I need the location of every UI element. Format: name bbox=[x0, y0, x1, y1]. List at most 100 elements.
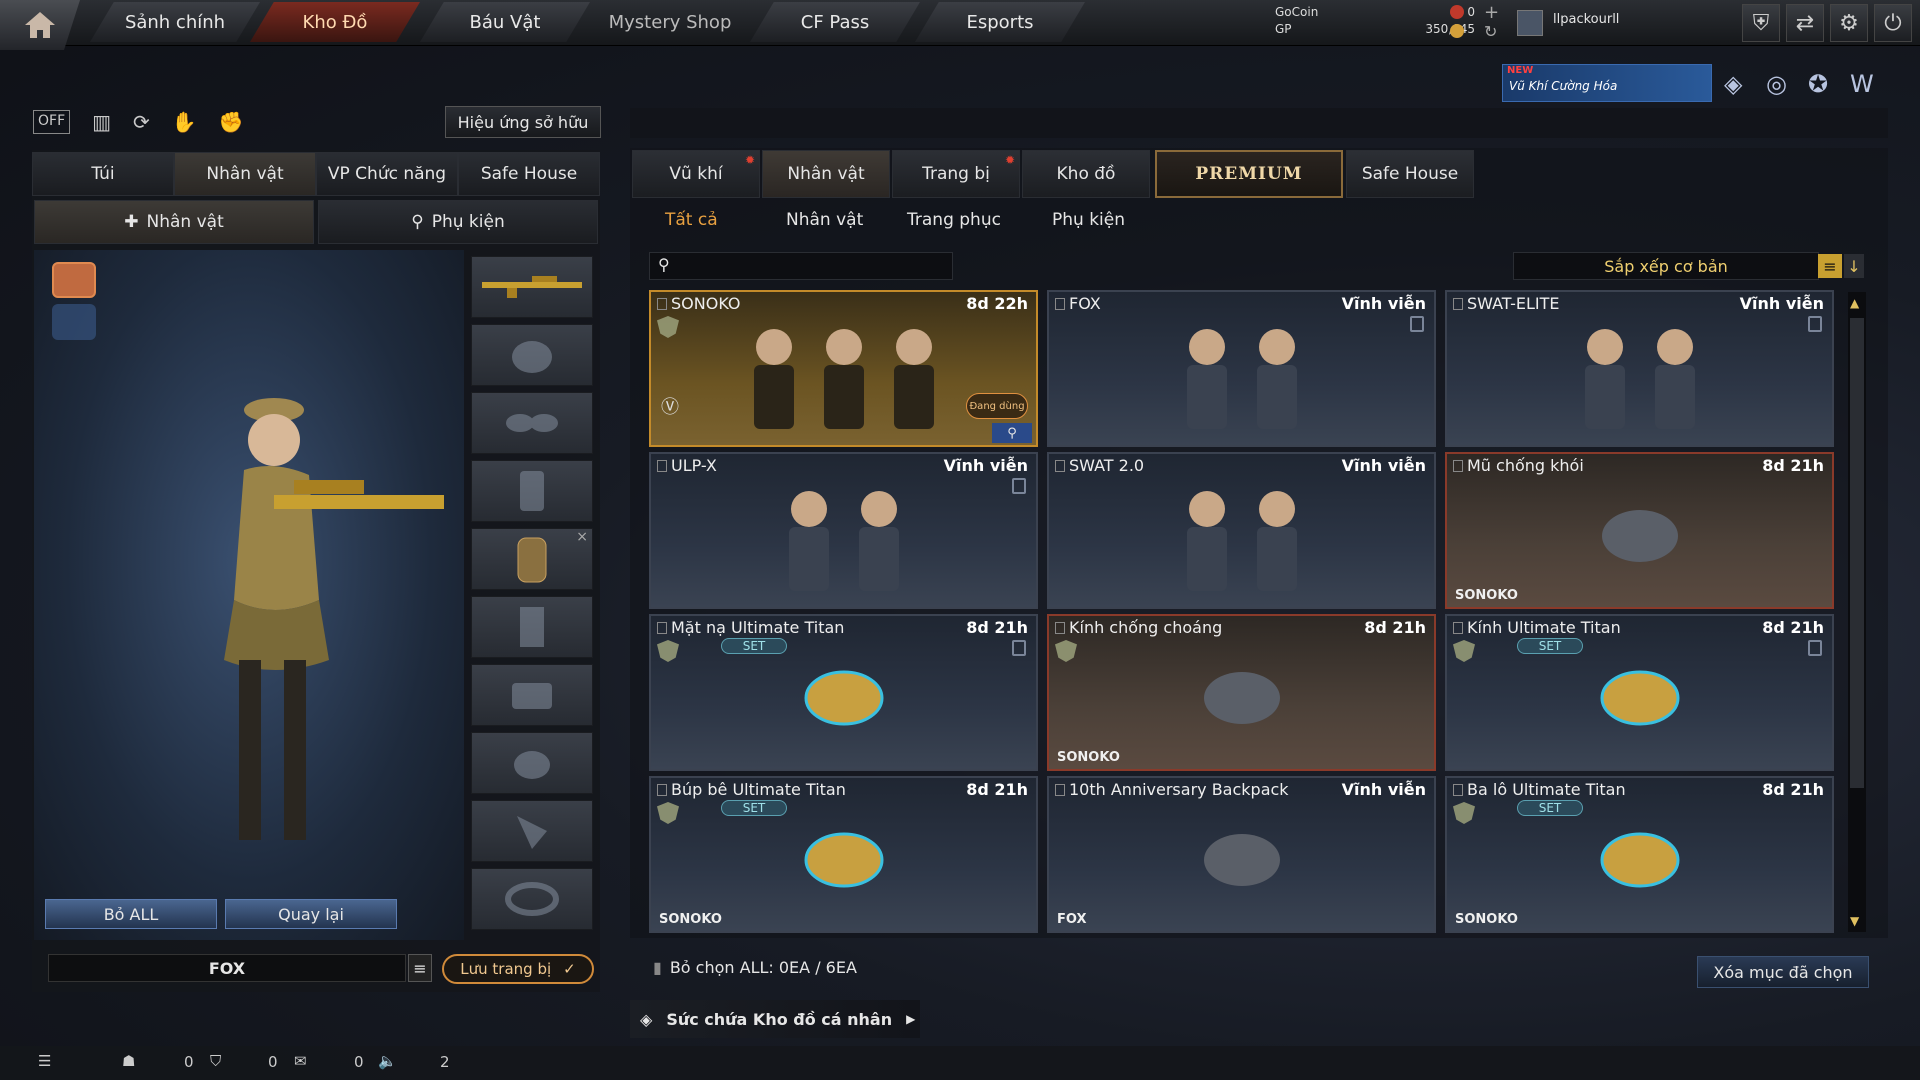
item-card[interactable]: FOX Vĩnh viễn bbox=[1047, 290, 1436, 447]
nav-tab-cf-pass[interactable]: CF Pass bbox=[750, 2, 920, 42]
tab-weapons[interactable]: Vũ khí ✹ bbox=[632, 150, 760, 198]
toggle-off-icon[interactable]: OFF bbox=[33, 110, 71, 134]
refresh-icon[interactable]: ↻ bbox=[1484, 22, 1497, 41]
tab-character[interactable]: Nhân vật bbox=[174, 152, 316, 196]
promo-banner[interactable]: NEW Vũ Khí Cường Hóa bbox=[1502, 64, 1712, 102]
bookmark-icon[interactable] bbox=[657, 298, 667, 310]
tab-bag[interactable]: Túi bbox=[32, 152, 174, 196]
rotate-icon[interactable]: ⟳ bbox=[133, 110, 150, 134]
tab-storage[interactable]: Kho đồ bbox=[1022, 150, 1150, 198]
drop-all-button[interactable]: Bỏ ALL bbox=[45, 899, 217, 929]
filter-accessory[interactable]: Phụ kiện bbox=[1052, 206, 1125, 234]
item-card[interactable]: Mũ chống khói 8d 21h SONOKO bbox=[1445, 452, 1834, 609]
lock-icon[interactable] bbox=[1012, 640, 1026, 656]
slot-belt[interactable] bbox=[471, 868, 593, 930]
faction-icon[interactable] bbox=[52, 262, 96, 298]
bookmark-icon[interactable] bbox=[1055, 460, 1065, 472]
lock-icon[interactable] bbox=[1012, 478, 1026, 494]
nav-tab-lobby[interactable]: Sảnh chính bbox=[90, 2, 260, 42]
slot-weapon[interactable] bbox=[471, 256, 593, 318]
subtab-accessories[interactable]: ⚲ Phụ kiện bbox=[318, 200, 598, 244]
item-card[interactable]: ULP-X Vĩnh viễn bbox=[649, 452, 1038, 609]
slot-helmet[interactable] bbox=[471, 324, 593, 386]
filter-character[interactable]: Nhân vật bbox=[786, 206, 863, 234]
clan-icon[interactable]: ⛨ bbox=[1742, 4, 1780, 42]
lock-icon[interactable] bbox=[1410, 316, 1424, 332]
friends-icon[interactable]: ☗ bbox=[122, 1052, 135, 1070]
sort-dropdown[interactable]: Sắp xếp cơ bản bbox=[1513, 252, 1819, 280]
tab-premium[interactable]: PREMIUM bbox=[1155, 150, 1343, 198]
owned-effects-button[interactable]: Hiệu ứng sở hữu bbox=[445, 106, 601, 138]
sort-menu-icon[interactable]: ≡ bbox=[1818, 254, 1842, 278]
chat-icon[interactable]: ✉ bbox=[294, 1052, 307, 1070]
slot-goggles[interactable] bbox=[471, 392, 593, 454]
slot-body[interactable] bbox=[471, 596, 593, 658]
power-icon[interactable]: ⏻ bbox=[1874, 4, 1912, 42]
sort-direction-icon[interactable]: ↓ bbox=[1844, 254, 1864, 278]
menu-list-icon[interactable]: ☰ bbox=[38, 1052, 51, 1070]
shield-status-icon[interactable]: ⛉ bbox=[210, 1052, 221, 1070]
v-emblem-icon[interactable]: W bbox=[1850, 70, 1874, 98]
lock-icon[interactable] bbox=[1808, 640, 1822, 656]
slot-pouch[interactable] bbox=[471, 664, 593, 726]
filter-outfit[interactable]: Trang phục bbox=[907, 206, 1001, 234]
item-card[interactable]: SONOKO 8d 22h Đang dùng Ⓥ ⚲ bbox=[649, 290, 1038, 447]
filter-all[interactable]: Tất cả bbox=[665, 206, 718, 234]
subtab-character[interactable]: ✚ Nhân vật bbox=[34, 200, 314, 244]
scroll-down-icon[interactable]: ▼ bbox=[1850, 914, 1859, 928]
item-card[interactable]: SWAT-ELITE Vĩnh viễn bbox=[1445, 290, 1834, 447]
preset-name-field[interactable]: FOX bbox=[48, 954, 406, 982]
nav-tab-treasure[interactable]: Báu Vật bbox=[420, 2, 590, 42]
speaker-icon[interactable]: 🔈 bbox=[378, 1052, 397, 1070]
save-equipment-button[interactable]: Lưu trang bị ✓ bbox=[442, 954, 594, 984]
slot-gloves[interactable] bbox=[471, 732, 593, 794]
scrollbar[interactable]: ▲ ▼ bbox=[1848, 292, 1866, 932]
avatar[interactable] bbox=[1517, 10, 1543, 36]
bookmark-icon[interactable] bbox=[1055, 298, 1065, 310]
zoom-icon[interactable]: ⚲ bbox=[992, 423, 1032, 443]
gear-icon[interactable]: ⚙ bbox=[1830, 4, 1868, 42]
plus-icon[interactable]: + bbox=[1484, 2, 1499, 23]
item-card[interactable]: Búp bê Ultimate Titan 8d 21h SONOKO SET bbox=[649, 776, 1038, 933]
scroll-up-icon[interactable]: ▲ bbox=[1850, 296, 1859, 310]
rank-badge-icon[interactable]: ◈ bbox=[1724, 70, 1742, 98]
bookmark-icon[interactable] bbox=[657, 460, 667, 472]
scroll-thumb[interactable] bbox=[1850, 318, 1864, 788]
deselect-all[interactable]: ▮ Bỏ chọn ALL: 0EA / 6EA bbox=[653, 958, 857, 977]
bookmark-icon[interactable] bbox=[1453, 622, 1463, 634]
pose-icon[interactable]: ✋ bbox=[172, 110, 197, 134]
back-button[interactable]: Quay lại bbox=[225, 899, 397, 929]
item-card[interactable]: Kính chống choáng 8d 21h SONOKO bbox=[1047, 614, 1436, 771]
slot-holster[interactable] bbox=[471, 800, 593, 862]
item-card[interactable]: Ba lô Ultimate Titan 8d 21h SONOKO SET bbox=[1445, 776, 1834, 933]
tab-safe-house[interactable]: Safe House bbox=[458, 152, 600, 196]
tab-characters[interactable]: Nhân vật bbox=[762, 150, 890, 198]
tab-functional-items[interactable]: VP Chức năng bbox=[316, 152, 458, 196]
faction-alt-icon[interactable] bbox=[52, 304, 96, 340]
lock-icon[interactable] bbox=[1808, 316, 1822, 332]
glove-icon[interactable]: ✊ bbox=[219, 110, 244, 134]
item-card[interactable]: 10th Anniversary Backpack Vĩnh viễn FOX bbox=[1047, 776, 1436, 933]
search-input[interactable] bbox=[680, 255, 950, 277]
item-card[interactable]: Kính Ultimate Titan 8d 21h SET bbox=[1445, 614, 1834, 771]
bookmark-icon[interactable] bbox=[657, 784, 667, 796]
bookmark-icon[interactable] bbox=[1453, 784, 1463, 796]
remove-icon[interactable]: × bbox=[576, 529, 588, 545]
preset-menu-icon[interactable]: ≡ bbox=[408, 954, 432, 982]
nav-tab-inventory[interactable]: Kho Đồ bbox=[250, 2, 420, 42]
nav-tab-esports[interactable]: Esports bbox=[915, 2, 1085, 42]
bookmark-icon[interactable] bbox=[1055, 784, 1065, 796]
bookmark-icon[interactable] bbox=[1055, 622, 1065, 634]
capacity-button[interactable]: ◈ Sức chứa Kho đồ cá nhân ▶ bbox=[630, 1000, 920, 1038]
item-card[interactable]: Mặt nạ Ultimate Titan 8d 21h SET bbox=[649, 614, 1038, 771]
slot-vest[interactable] bbox=[471, 460, 593, 522]
slot-backpack[interactable]: × bbox=[471, 528, 593, 590]
delete-selected-button[interactable]: Xóa mục đã chọn bbox=[1697, 956, 1869, 988]
exit-room-icon[interactable]: ⇄ bbox=[1786, 4, 1824, 42]
tab-equipment[interactable]: Trang bị ✹ bbox=[892, 150, 1020, 198]
tab-safe-house-right[interactable]: Safe House bbox=[1346, 150, 1474, 198]
bookmark-icon[interactable] bbox=[1453, 460, 1463, 472]
star-badge-icon[interactable]: ✪ bbox=[1808, 70, 1828, 98]
bookmark-icon[interactable] bbox=[657, 622, 667, 634]
stats-icon[interactable]: ▥ bbox=[92, 110, 111, 134]
